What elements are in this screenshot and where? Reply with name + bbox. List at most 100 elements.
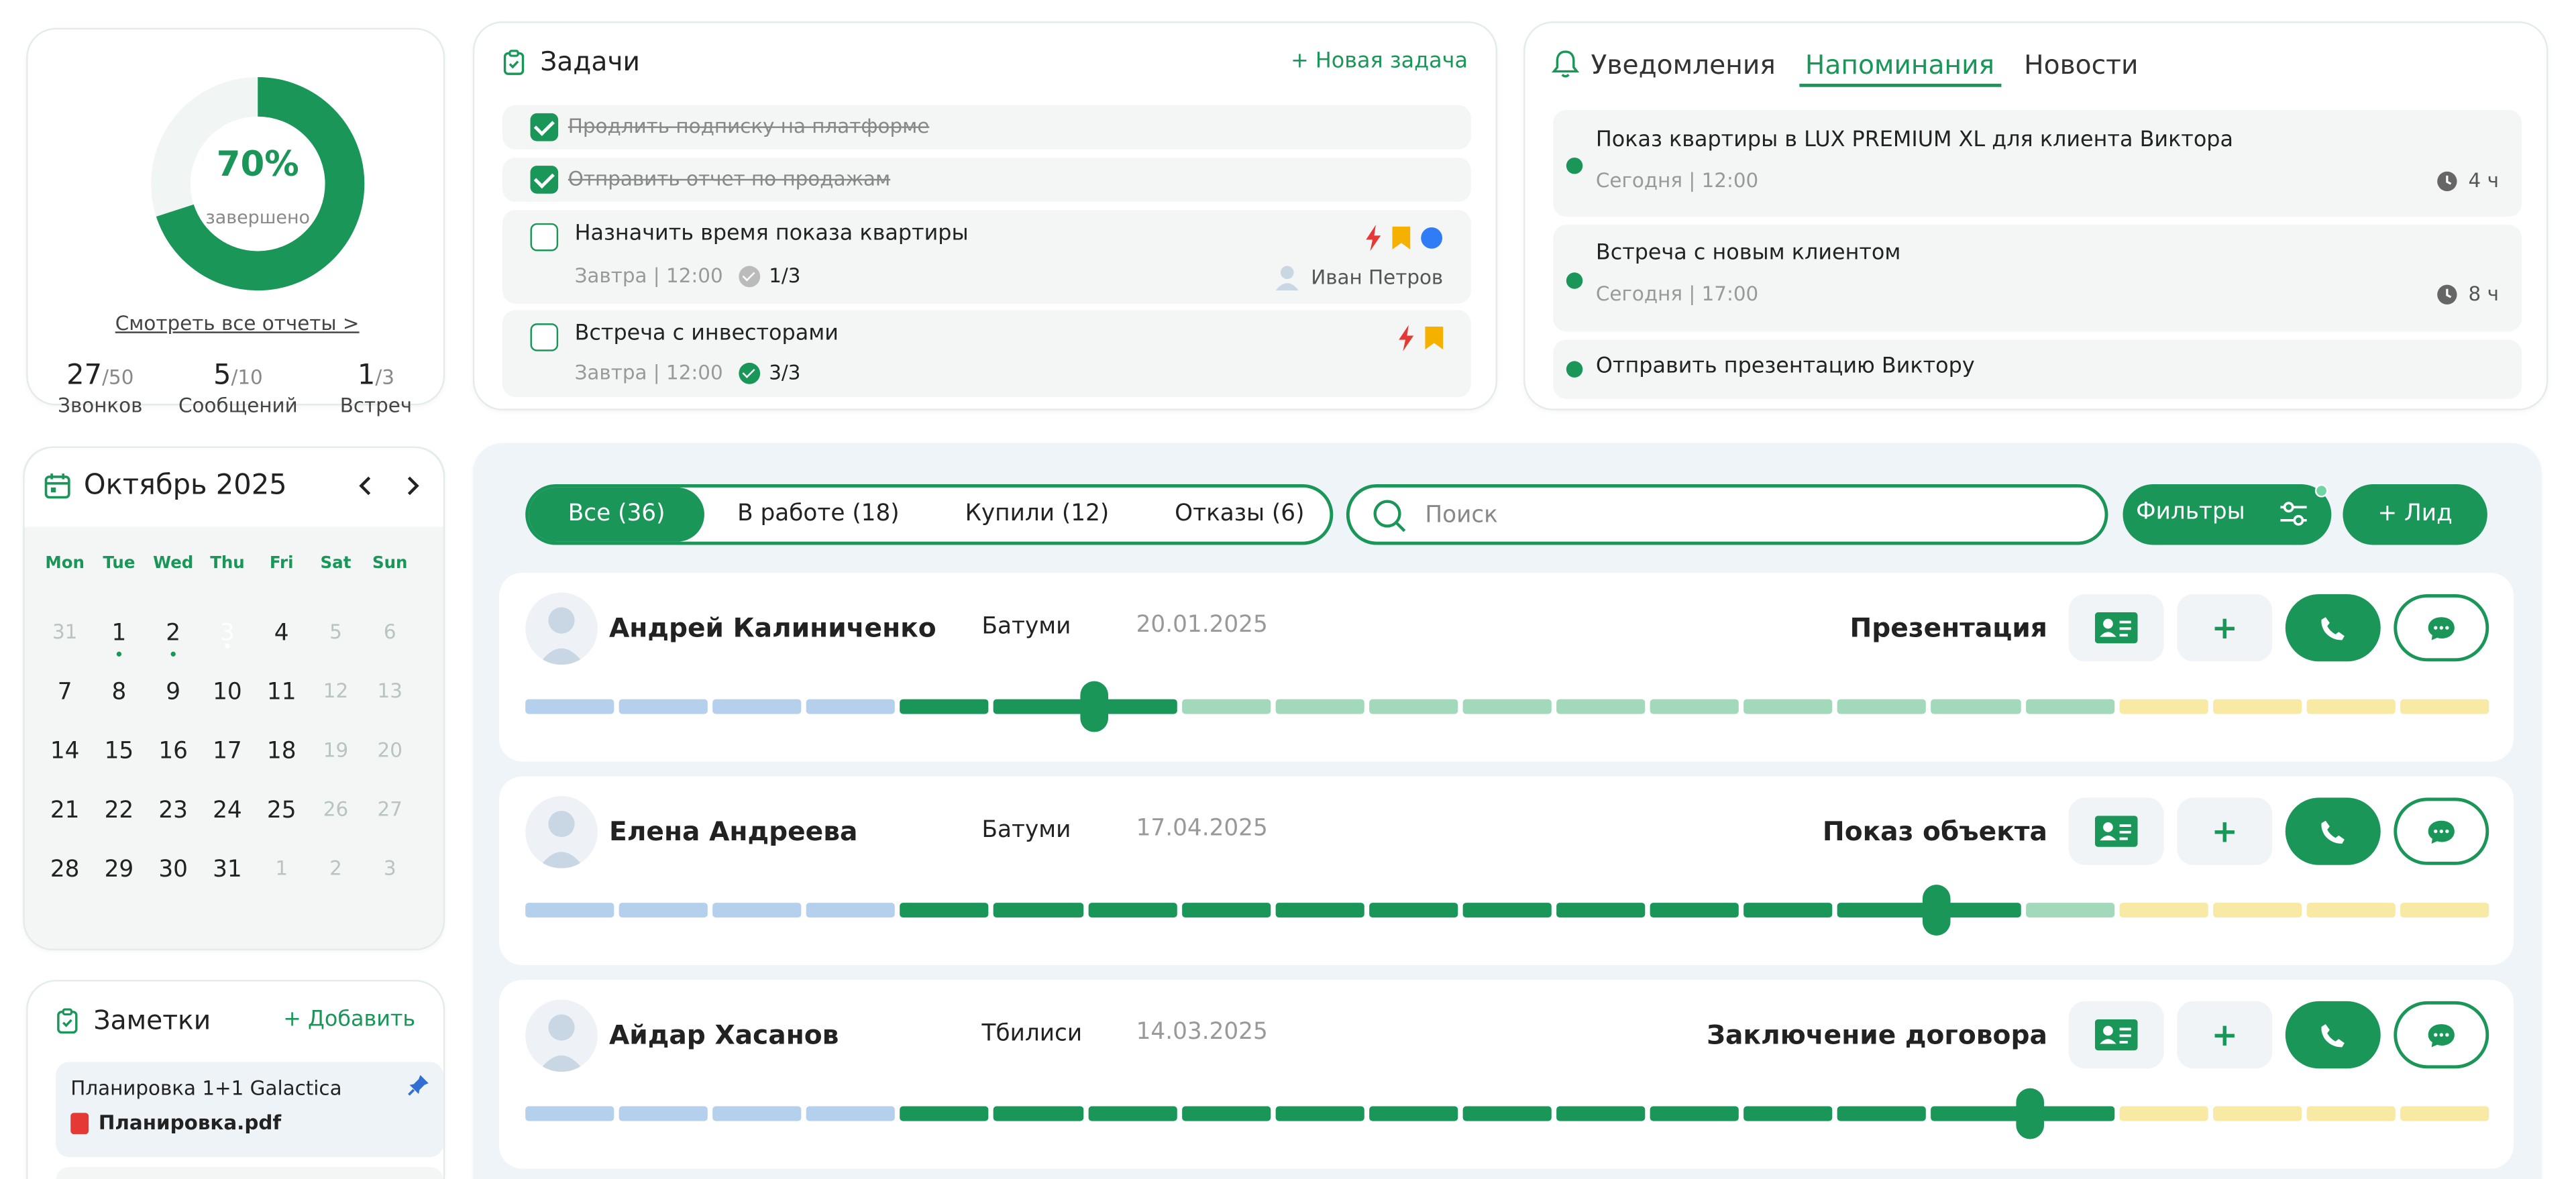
lead-row[interactable]: Андрей Калиниченко Батуми 20.01.2025 Пре… bbox=[499, 573, 2514, 762]
tab-all[interactable]: Все (36) bbox=[529, 487, 705, 542]
calendar-day[interactable]: 29 bbox=[92, 857, 146, 883]
call-button[interactable] bbox=[2285, 797, 2381, 865]
calendar-day[interactable]: 9 bbox=[146, 679, 201, 706]
calendar-day[interactable]: 2 bbox=[309, 857, 363, 883]
calendar-day[interactable]: 4 bbox=[254, 620, 309, 647]
task-checkbox[interactable] bbox=[530, 113, 559, 142]
calendar-day[interactable]: 18 bbox=[254, 738, 309, 765]
contact-card-button[interactable] bbox=[2068, 797, 2164, 865]
calendar-day[interactable]: 12 bbox=[309, 679, 363, 706]
calendar-day[interactable]: 6 bbox=[363, 620, 417, 647]
lead-name[interactable]: Айдар Хасанов bbox=[609, 1019, 839, 1051]
prev-month-button[interactable] bbox=[358, 471, 373, 502]
note-attachment[interactable]: Планировка.pdf bbox=[70, 1111, 281, 1134]
add-action-button[interactable] bbox=[2177, 1001, 2273, 1069]
calendar-day[interactable]: 31 bbox=[201, 857, 255, 883]
add-action-button[interactable] bbox=[2177, 797, 2273, 865]
calendar-day[interactable]: 10 bbox=[201, 679, 255, 706]
calendar-day[interactable]: 30 bbox=[146, 857, 201, 883]
calendar-day[interactable]: 23 bbox=[146, 797, 201, 824]
calendar-day[interactable]: 8 bbox=[92, 679, 146, 706]
stats-card: 70% завершено Смотреть все отчеты > 27/5… bbox=[26, 27, 447, 417]
task-checkbox[interactable] bbox=[530, 323, 559, 351]
call-button[interactable] bbox=[2285, 594, 2381, 662]
pipeline-stage-handle[interactable] bbox=[2016, 1088, 2045, 1139]
calendar-header: Октябрь 2025 bbox=[24, 448, 443, 527]
calendar-day[interactable]: 31 bbox=[38, 620, 92, 647]
calendar-day[interactable]: 20 bbox=[363, 738, 417, 765]
pipeline-stage-segment bbox=[806, 1106, 896, 1121]
search-box[interactable] bbox=[1346, 484, 2108, 545]
calendar-day[interactable]: 16 bbox=[146, 738, 201, 765]
task-item-done[interactable]: Продлить подписку на платформе bbox=[502, 105, 1471, 150]
reminder-item[interactable]: Показ квартиры в LUX PREMIUM XL для клие… bbox=[1553, 109, 2522, 217]
tab-bought[interactable]: Купили (12) bbox=[932, 488, 1142, 542]
pipeline-stage-handle[interactable] bbox=[1922, 885, 1950, 936]
lead-row[interactable]: Айдар Хасанов Тбилиси 14.03.2025 Заключе… bbox=[499, 980, 2514, 1169]
calendar-day[interactable]: 3 bbox=[363, 857, 417, 883]
add-lead-button[interactable]: + Лид bbox=[2343, 484, 2487, 545]
new-task-button[interactable]: + Новая задача bbox=[1291, 49, 1468, 74]
filters-button[interactable]: Фильтры bbox=[2123, 484, 2332, 545]
tasks-card: Задачи + Новая задача Продлить подписку … bbox=[472, 21, 1498, 410]
calendar-day[interactable]: 5 bbox=[309, 620, 363, 647]
reminder-item[interactable]: Отправить презентацию Виктору bbox=[1553, 339, 2522, 399]
calendar-day[interactable]: 15 bbox=[92, 738, 146, 765]
pipeline-stage-segment bbox=[2400, 1106, 2489, 1121]
avatar bbox=[525, 795, 598, 868]
pin-icon[interactable] bbox=[407, 1074, 430, 1097]
add-action-button[interactable] bbox=[2177, 594, 2273, 662]
contact-card-button[interactable] bbox=[2068, 1001, 2164, 1069]
task-checkbox[interactable] bbox=[530, 166, 559, 194]
calendar-day[interactable]: 14 bbox=[38, 738, 92, 765]
tab-rejected[interactable]: Отказы (6) bbox=[1142, 488, 1337, 542]
tab-reminders[interactable]: Напоминания bbox=[1799, 49, 2001, 87]
task-item[interactable]: Назначить время показа квартиры Завтра |… bbox=[502, 210, 1471, 304]
reminder-time: Сегодня | 17:00 bbox=[1595, 282, 1759, 306]
calendar-day[interactable]: 17 bbox=[201, 738, 255, 765]
lead-name[interactable]: Елена Андреева bbox=[609, 816, 857, 847]
note-item[interactable] bbox=[56, 1167, 443, 1179]
calendar-day[interactable]: 2 bbox=[146, 620, 201, 657]
call-button[interactable] bbox=[2285, 1001, 2381, 1069]
pipeline-stage-handle[interactable] bbox=[1079, 681, 1108, 732]
contact-card-button[interactable] bbox=[2068, 594, 2164, 662]
search-input[interactable] bbox=[1425, 497, 2082, 534]
lead-row[interactable]: Елена Андреева Батуми 17.04.2025 Показ о… bbox=[499, 776, 2514, 966]
calendar-day[interactable]: 21 bbox=[38, 797, 92, 824]
calendar-day[interactable]: 1 bbox=[254, 857, 309, 883]
all-reports-link[interactable]: Смотреть все отчеты > bbox=[28, 312, 447, 335]
weekday-row: Mon Tue Wed Thu Fri Sat Sun bbox=[38, 555, 431, 573]
task-progress-value: 3/3 bbox=[769, 361, 801, 384]
calendar-day[interactable]: 26 bbox=[309, 797, 363, 824]
reminder-item[interactable]: Встреча с новым клиентом Сегодня | 17:00… bbox=[1553, 225, 2522, 332]
tab-in-progress[interactable]: В работе (18) bbox=[704, 488, 932, 542]
add-note-button[interactable]: + Добавить bbox=[283, 1008, 415, 1033]
chat-button[interactable] bbox=[2394, 797, 2489, 865]
calendar-day[interactable]: 11 bbox=[254, 679, 309, 706]
tab-notifications[interactable]: Уведомления bbox=[1591, 49, 1776, 87]
lead-name[interactable]: Андрей Калиниченко bbox=[609, 612, 936, 644]
calendar-day-today[interactable]: 3 bbox=[201, 608, 255, 657]
calendar-day[interactable]: 25 bbox=[254, 797, 309, 824]
calendar-day[interactable]: 1 bbox=[92, 620, 146, 657]
pipeline-stage-segment bbox=[2118, 1106, 2208, 1121]
tab-news[interactable]: Новости bbox=[2024, 49, 2138, 87]
note-item[interactable]: Планировка 1+1 Galactica Планировка.pdf bbox=[56, 1062, 443, 1158]
calendar-day[interactable]: 19 bbox=[309, 738, 363, 765]
bell-icon bbox=[1551, 50, 1580, 78]
user-silhouette-icon bbox=[538, 607, 585, 665]
task-item-done[interactable]: Отправить отчет по продажам bbox=[502, 157, 1471, 203]
phone-icon bbox=[2321, 1023, 2345, 1047]
task-item[interactable]: Встреча с инвесторами Завтра | 12:00 3/3 bbox=[502, 310, 1471, 398]
calendar-day[interactable]: 28 bbox=[38, 857, 92, 883]
calendar-day[interactable]: 27 bbox=[363, 797, 417, 824]
calendar-day[interactable]: 24 bbox=[201, 797, 255, 824]
calendar-day[interactable]: 13 bbox=[363, 679, 417, 706]
calendar-day[interactable]: 7 bbox=[38, 679, 92, 706]
calendar-day[interactable]: 22 bbox=[92, 797, 146, 824]
next-month-button[interactable] bbox=[406, 471, 421, 502]
task-checkbox[interactable] bbox=[530, 223, 559, 251]
chat-button[interactable] bbox=[2394, 1001, 2489, 1069]
chat-button[interactable] bbox=[2394, 594, 2489, 662]
